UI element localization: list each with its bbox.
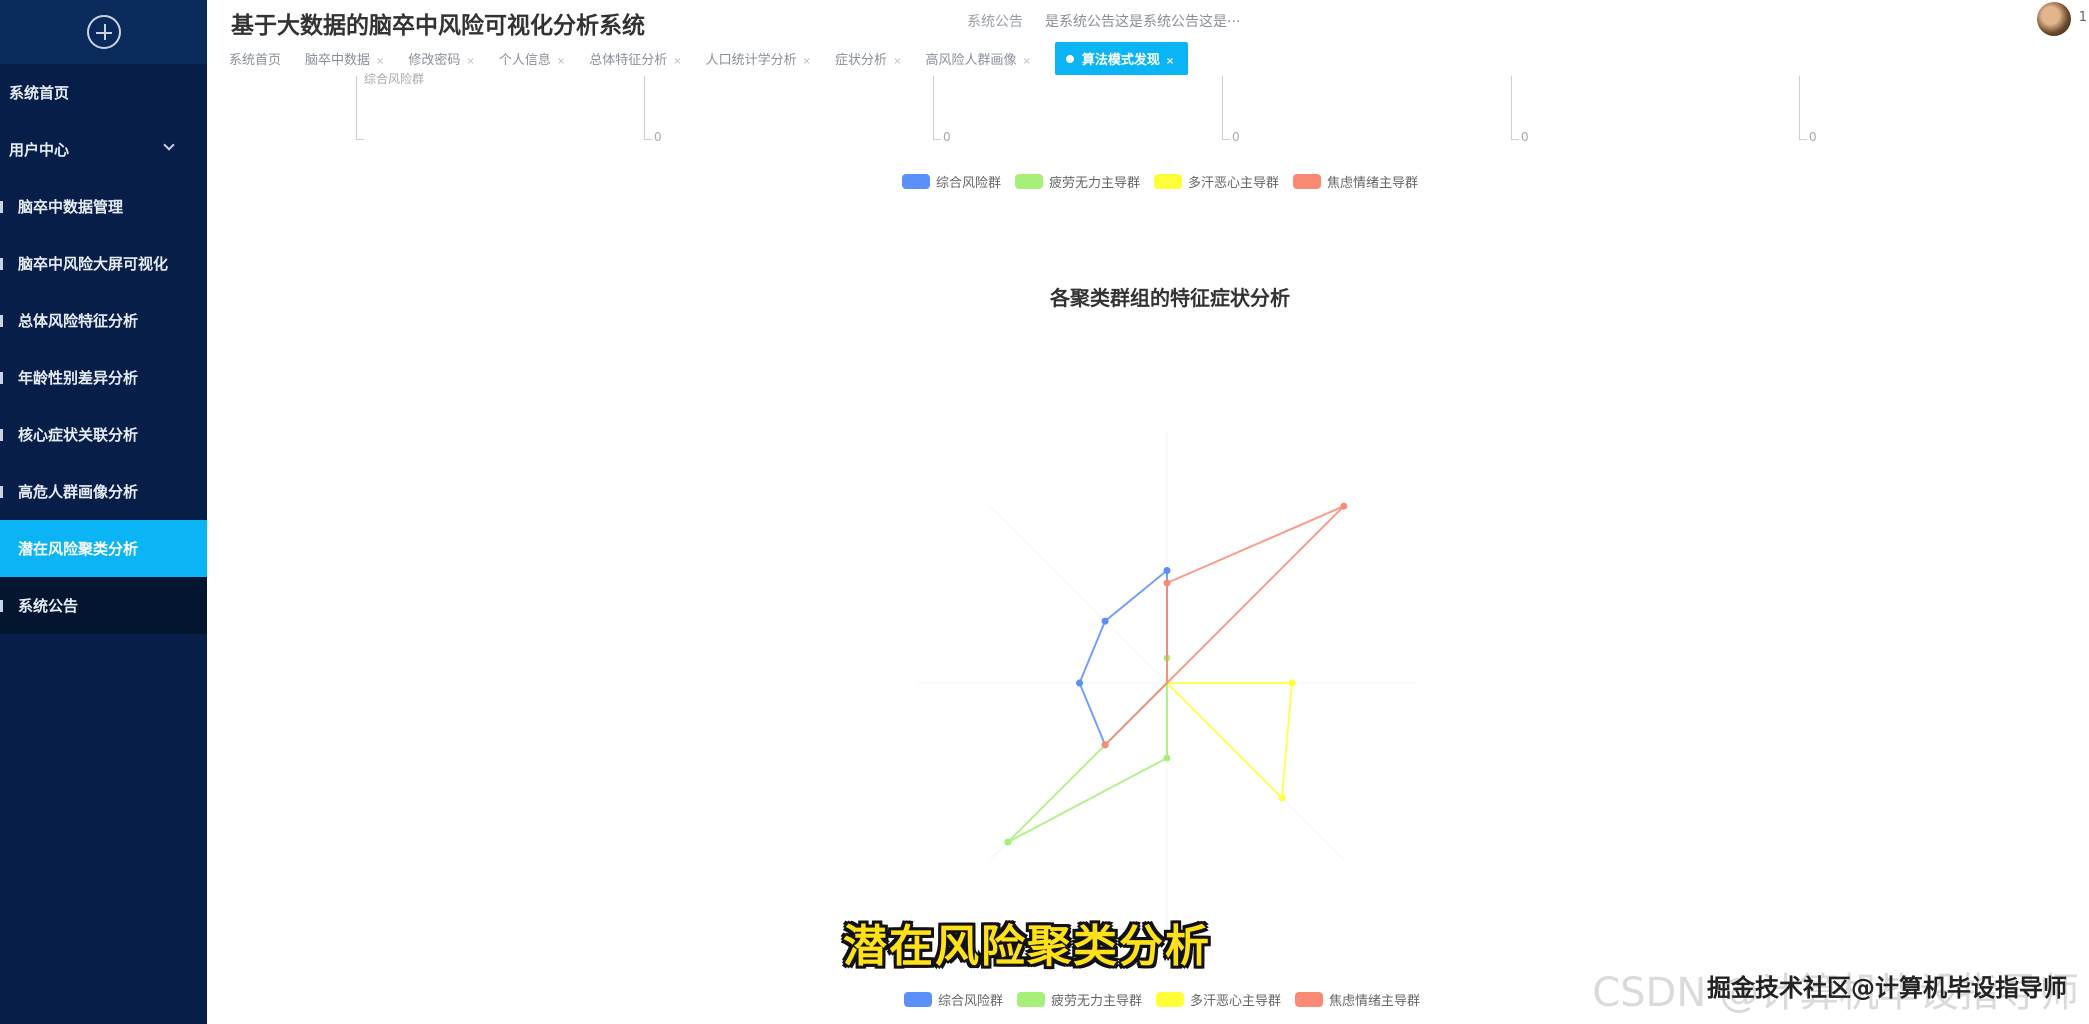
radar-point[interactable]: [1340, 502, 1348, 510]
radar-point[interactable]: [1004, 838, 1012, 846]
video-subtitle: 潜在风险聚类分析: [843, 921, 1211, 972]
legend-item[interactable]: 综合风险群: [904, 990, 1003, 1009]
legend-label: 多汗恶心主导群: [1190, 994, 1282, 1009]
legend-swatch: [1156, 992, 1185, 1007]
radar-point[interactable]: [1101, 617, 1109, 625]
radar-point[interactable]: [1101, 741, 1109, 749]
watermark: 掘金技术社区@计算机毕设指导师: [1707, 974, 2067, 1002]
legend-swatch: [1295, 992, 1324, 1007]
radar-series-line[interactable]: [1007, 658, 1168, 843]
radar-point[interactable]: [1163, 567, 1171, 574]
radar-series-line[interactable]: [1164, 682, 1294, 801]
legend-label: 焦虑情绪主导群: [1329, 994, 1421, 1009]
radar-chart: [917, 433, 1417, 933]
radar-point[interactable]: [1163, 579, 1171, 587]
legend-item[interactable]: 疲劳无力主导群: [1017, 990, 1142, 1009]
legend-swatch: [1017, 992, 1046, 1007]
radar-point[interactable]: [1288, 679, 1296, 687]
radar-axis: [989, 505, 1168, 684]
radar-point[interactable]: [1163, 754, 1171, 762]
radar-point[interactable]: [1278, 794, 1286, 802]
radar-series-line[interactable]: [1104, 505, 1345, 746]
legend-swatch: [904, 992, 932, 1007]
legend-bottom: 综合风险群 疲劳无力主导群 多汗恶心主导群 焦虑情绪主导群: [904, 990, 1434, 1009]
legend-label: 疲劳无力主导群: [1051, 994, 1143, 1009]
radar-series-line[interactable]: [1078, 568, 1168, 747]
legend-label: 综合风险群: [938, 994, 1004, 1009]
legend-item[interactable]: 多汗恶心主导群: [1156, 990, 1281, 1009]
legend-item[interactable]: 焦虑情绪主导群: [1295, 990, 1420, 1009]
radar-point[interactable]: [1076, 679, 1083, 687]
